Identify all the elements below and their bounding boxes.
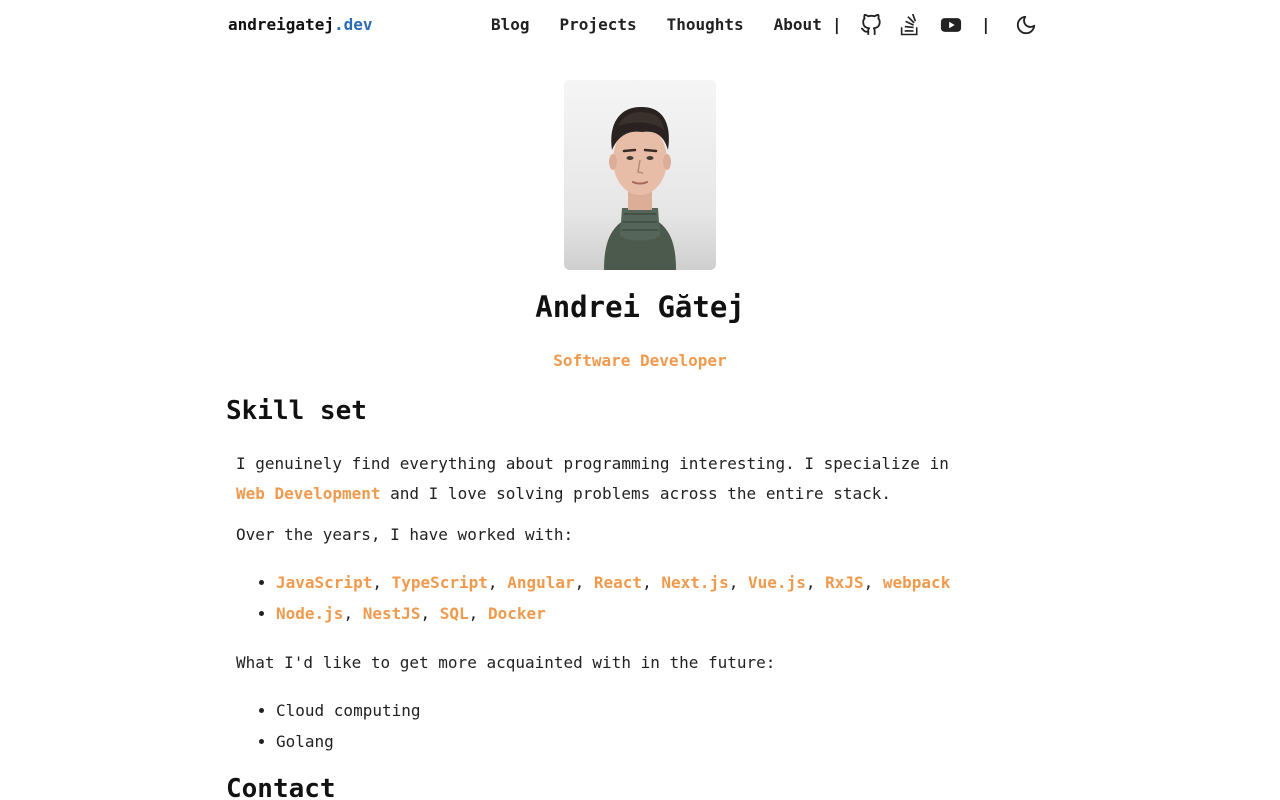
site-header: andreigatej.dev Blog Projects Thoughts A… bbox=[0, 0, 1280, 52]
skills-intro: I genuinely find everything about progra… bbox=[236, 449, 956, 509]
skills-heading: Skill set bbox=[226, 396, 367, 426]
list-item: Cloud computing bbox=[276, 695, 421, 726]
list-item: JavaScript, TypeScript, Angular, React, … bbox=[276, 567, 950, 598]
profile-role-link[interactable]: Software Developer bbox=[0, 351, 1280, 370]
tech-link-nestjs[interactable]: NestJS bbox=[363, 604, 421, 623]
nav-separator-2: | bbox=[981, 15, 991, 34]
list-item: Golang bbox=[276, 726, 421, 757]
contact-heading: Contact bbox=[226, 774, 336, 800]
site-logo[interactable]: andreigatej.dev bbox=[228, 15, 373, 34]
nav-separator: | bbox=[832, 15, 842, 34]
profile-name: Andrei Gătej bbox=[535, 290, 745, 324]
profile-portrait-illustration bbox=[564, 80, 716, 270]
list-item: Node.js, NestJS, SQL, Docker bbox=[276, 598, 950, 629]
moon-icon[interactable] bbox=[1015, 14, 1037, 36]
web-development-link[interactable]: Web Development bbox=[236, 484, 381, 503]
tech-link-webpack[interactable]: webpack bbox=[883, 573, 950, 592]
nav-link-about[interactable]: About bbox=[774, 15, 822, 34]
stackoverflow-icon[interactable] bbox=[899, 14, 921, 36]
tech-link-typescript[interactable]: TypeScript bbox=[392, 573, 488, 592]
worked-with-list: JavaScript, TypeScript, Angular, React, … bbox=[236, 567, 950, 629]
github-icon[interactable] bbox=[860, 14, 882, 36]
nav-link-thoughts[interactable]: Thoughts bbox=[667, 15, 744, 34]
future-label: What I'd like to get more acquainted wit… bbox=[236, 653, 776, 672]
nav-link-blog[interactable]: Blog bbox=[491, 15, 530, 34]
skills-intro-text: I genuinely find everything about progra… bbox=[236, 454, 949, 473]
worked-with-label: Over the years, I have worked with: bbox=[236, 525, 574, 544]
nav-link-projects[interactable]: Projects bbox=[560, 15, 637, 34]
future-list: Cloud computing Golang bbox=[236, 695, 421, 757]
tech-link-react[interactable]: React bbox=[594, 573, 642, 592]
page: andreigatej.dev Blog Projects Thoughts A… bbox=[0, 0, 1280, 800]
tech-link-rxjs[interactable]: RxJS bbox=[825, 573, 864, 592]
tech-link-javascript[interactable]: JavaScript bbox=[276, 573, 372, 592]
logo-tld: .dev bbox=[333, 15, 373, 34]
tech-link-sql[interactable]: SQL bbox=[440, 604, 469, 623]
tech-link-docker[interactable]: Docker bbox=[488, 604, 546, 623]
tech-link-nodejs[interactable]: Node.js bbox=[276, 604, 343, 623]
youtube-icon[interactable] bbox=[940, 14, 962, 36]
skills-intro-text-end: and I love solving problems across the e… bbox=[380, 484, 892, 503]
profile-photo bbox=[564, 80, 716, 270]
main-nav: Blog Projects Thoughts About bbox=[491, 15, 822, 34]
tech-link-vuejs[interactable]: Vue.js bbox=[748, 573, 806, 592]
logo-main: andreigatej bbox=[228, 15, 334, 34]
tech-link-nextjs[interactable]: Next.js bbox=[661, 573, 728, 592]
tech-link-angular[interactable]: Angular bbox=[507, 573, 574, 592]
